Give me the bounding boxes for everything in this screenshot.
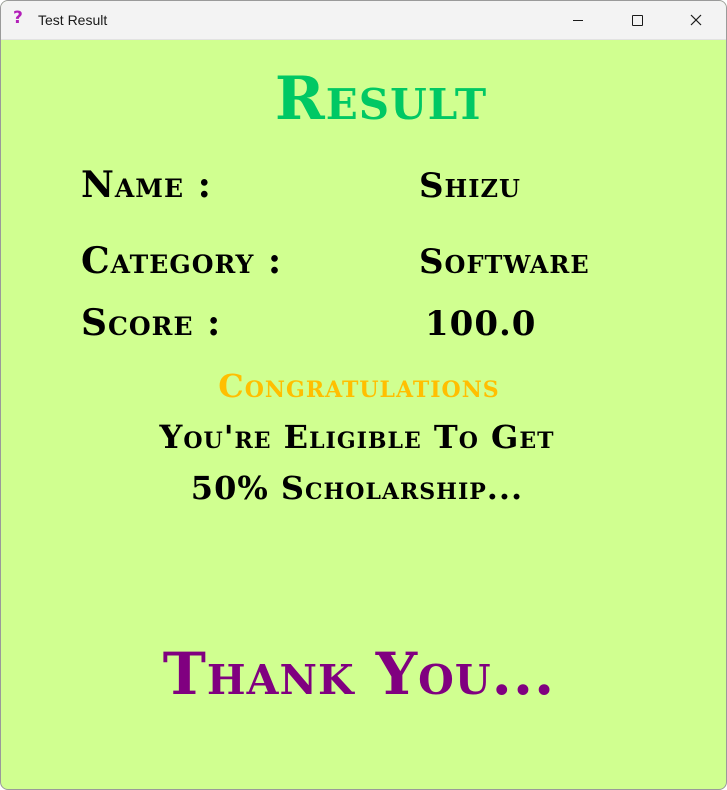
close-button[interactable] — [667, 1, 725, 39]
title-bar[interactable]: ? Test Result — [1, 1, 726, 40]
category-value: Software — [419, 242, 590, 282]
eligibility-line-2: 50% Scholarship... — [190, 469, 524, 507]
score-label: Score : — [81, 302, 222, 344]
score-value: 100.0 — [425, 304, 537, 344]
result-heading: Result — [274, 64, 488, 134]
result-panel: Result Name : Shizu Category : Software … — [1, 40, 726, 789]
eligibility-line-1: You're Eligible To Get — [159, 418, 555, 456]
thank-you-text: Thank You... — [162, 640, 556, 708]
question-mark-icon: ? — [13, 8, 23, 28]
name-label: Name : — [81, 164, 212, 206]
maximize-icon — [631, 14, 643, 26]
category-label: Category : — [81, 240, 283, 282]
maximize-button[interactable] — [608, 1, 666, 39]
window-title: Test Result — [38, 12, 108, 28]
congratulations-text: Congratulations — [218, 367, 500, 405]
minimize-button[interactable] — [549, 1, 607, 39]
minimize-icon — [573, 19, 583, 21]
close-icon — [690, 14, 702, 26]
name-value: Shizu — [419, 166, 521, 206]
test-result-window: ? Test Result Result Name : Shizu Catego… — [0, 0, 727, 790]
